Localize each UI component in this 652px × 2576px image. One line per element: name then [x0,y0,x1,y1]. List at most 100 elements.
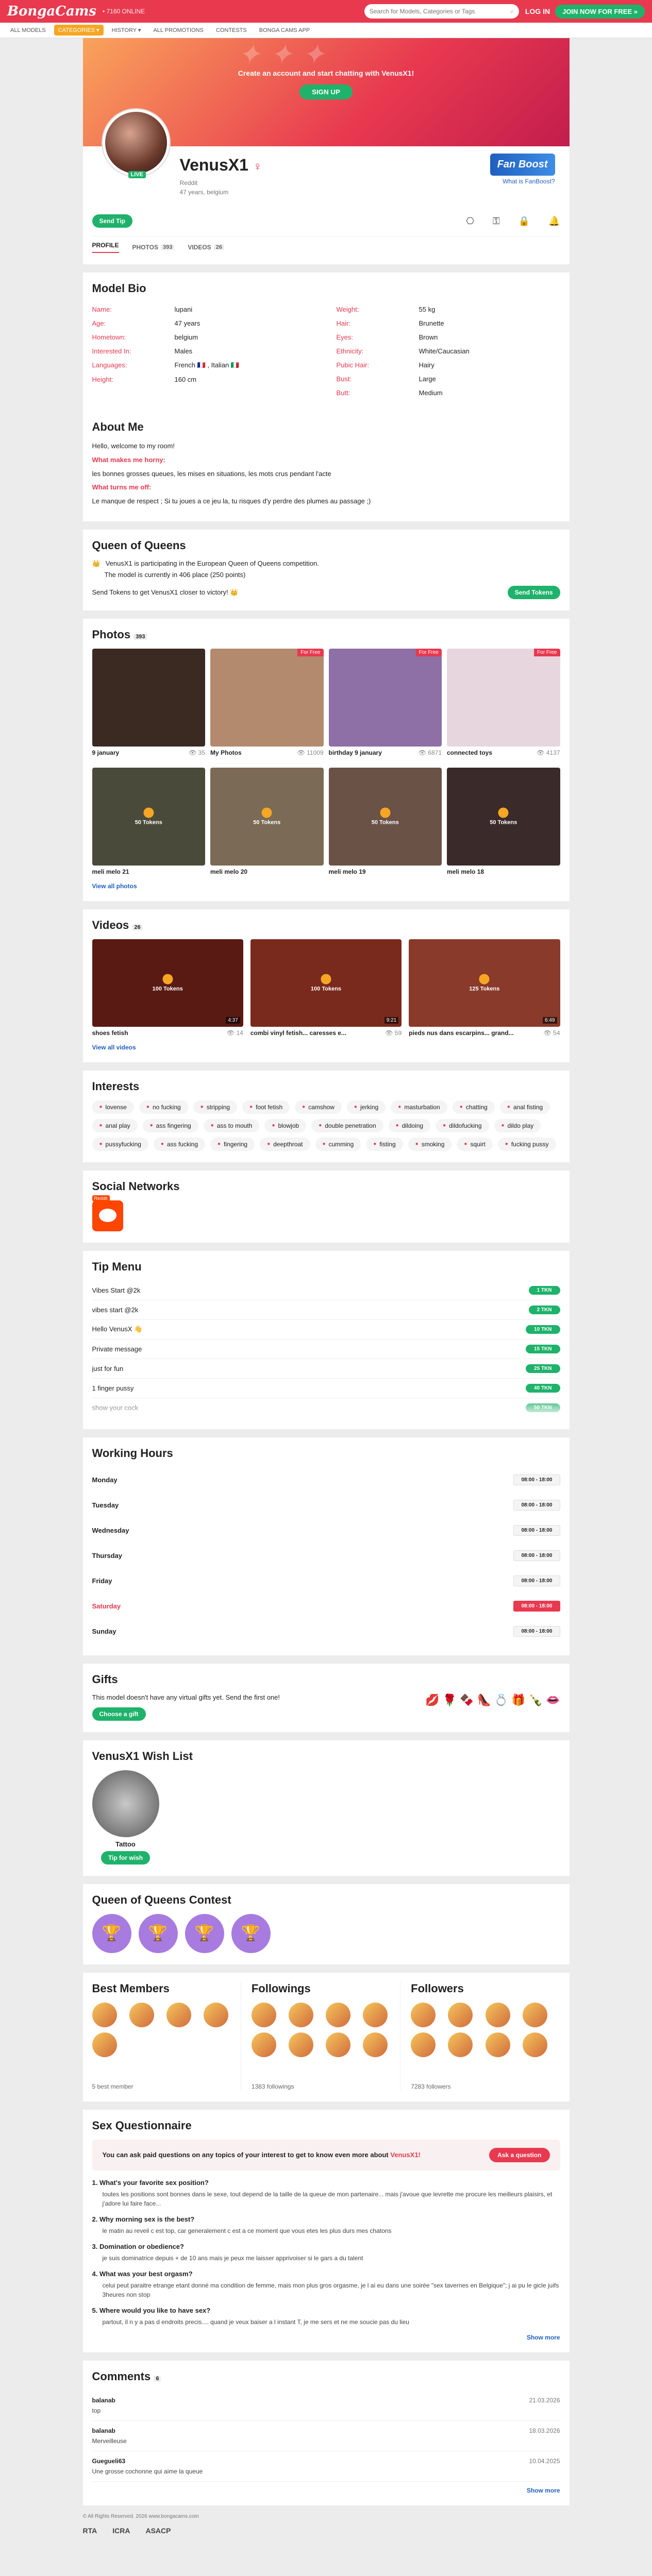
interest-chip[interactable]: ● stripping [193,1100,238,1114]
avatar[interactable] [325,2032,350,2057]
photo-item[interactable]: 9 january 👁 35 [92,648,205,762]
nav-contests[interactable]: CONTESTS [212,25,251,36]
avatar[interactable] [411,2032,436,2057]
photo-thumb[interactable] [92,648,205,747]
key-icon[interactable]: ⚿ [493,216,500,227]
show-more-comments-link[interactable]: Show more [527,2487,560,2494]
view-all-videos-link[interactable]: View all videos [92,1044,136,1051]
photo-item[interactable]: For Free birthday 9 january 👁 6871 [328,648,442,762]
interest-chip[interactable]: ● camshow [295,1100,342,1114]
avatar[interactable] [325,2002,350,2027]
trophy-icon[interactable]: 🏆 [138,1913,178,1953]
avatar[interactable] [102,109,170,176]
interest-chip[interactable]: ● smoking [408,1137,452,1151]
search-box[interactable]: ⌕ [364,4,519,19]
show-more-link[interactable]: Show more [527,2334,560,2341]
video-thumb[interactable]: 100 Tokens 9:21 [250,939,402,1027]
photo-thumb[interactable]: 50 Tokens [447,767,560,866]
gift-icon[interactable]: 💋 [425,1693,439,1707]
avatar[interactable] [485,2032,510,2057]
login-button[interactable]: LOG IN [525,7,550,15]
interest-chip[interactable]: ● double penetration [311,1118,383,1132]
avatar[interactable] [448,2032,473,2057]
tab-photos[interactable]: PHOTOS 393 [132,242,175,253]
interest-chip[interactable]: ● chatting [452,1100,495,1114]
nav-app[interactable]: BONGA CAMS APP [255,25,314,36]
avatar[interactable] [485,2002,510,2027]
interest-chip[interactable]: ● anal play [92,1118,138,1132]
interest-chip[interactable]: ● deepthroat [260,1137,310,1151]
nav-all-models[interactable]: ALL MODELS [6,25,50,36]
interest-chip[interactable]: ● pussyfucking [92,1137,148,1151]
tip-price-button[interactable]: 10 TKN [526,1325,560,1334]
nav-categories[interactable]: CATEGORIES ▾ [54,25,104,36]
video-thumb[interactable]: 100 Tokens 4:37 [92,939,243,1027]
send-tokens-button[interactable]: Send Tokens [507,585,560,599]
site-logo[interactable]: BongaCams [7,4,96,19]
avatar[interactable] [523,2002,548,2027]
fanboost-badge[interactable]: Fan Boost [490,154,555,176]
interest-chip[interactable]: ● jerking [346,1100,386,1114]
photo-title[interactable]: birthday 9 january [329,749,382,756]
interest-chip[interactable]: ● fingering [210,1137,255,1151]
avatar[interactable] [448,2002,473,2027]
choose-gift-button[interactable]: Choose a gift [92,1707,146,1721]
interest-chip[interactable]: ● squirt [457,1137,493,1151]
avatar[interactable] [288,2032,313,2057]
video-title[interactable]: pieds nus dans escarpins... grand... [409,1029,513,1037]
interest-chip[interactable]: ● ass fingering [142,1118,198,1132]
send-tip-button[interactable]: Send Tip [92,214,132,228]
video-item[interactable]: 100 Tokens 9:21 combi vinyl fetish... care… [250,939,402,1043]
icra-logo[interactable]: ICRA [112,2527,130,2535]
avatar[interactable] [92,2032,117,2057]
photo-title[interactable]: My Photos [210,749,242,756]
avatar[interactable] [363,2002,388,2027]
photo-item[interactable]: 50 Tokens meli melo 18 [447,767,560,882]
ask-question-button[interactable]: Ask a question [489,2147,550,2162]
video-item[interactable]: 100 Tokens 4:37 shoes fetish 👁 14 [92,939,243,1043]
interest-chip[interactable]: ● cumming [315,1137,361,1151]
camera-icon[interactable]: ⎔ [466,216,474,227]
comment-user[interactable]: balanab [92,2397,115,2404]
photo-title[interactable]: meli melo 19 [329,868,366,875]
comment-user[interactable]: balanab [92,2427,115,2434]
banner-signup-button[interactable]: SIGN UP [299,84,353,99]
gift-icon[interactable]: 🍾 [529,1693,543,1707]
avatar[interactable] [411,2002,436,2027]
photo-thumb[interactable]: For Free [447,648,560,747]
photo-thumb[interactable]: For Free [328,648,442,747]
interest-chip[interactable]: ● ass fucking [153,1137,205,1151]
avatar[interactable] [203,2002,228,2027]
photo-item[interactable]: 50 Tokens meli melo 20 [210,767,324,882]
interest-chip[interactable]: ● foot fetish [242,1100,290,1114]
search-input[interactable] [369,8,511,15]
photo-thumb[interactable]: 50 Tokens [92,767,205,866]
reddit-icon[interactable]: Reddit [92,1195,123,1231]
video-title[interactable]: shoes fetish [92,1029,128,1037]
tip-price-button[interactable]: 2 TKN [528,1305,560,1314]
avatar[interactable] [129,2002,154,2027]
avatar[interactable] [363,2032,388,2057]
photo-title[interactable]: connected toys [447,749,492,756]
photo-item[interactable]: For Free My Photos 👁 11009 [210,648,324,762]
video-item[interactable]: 125 Tokens 6:49 pieds nus dans escarpins..… [409,939,560,1043]
tip-price-button[interactable]: 1 TKN [528,1285,560,1295]
photo-item[interactable]: For Free connected toys 👁 4137 [447,648,560,762]
join-button[interactable]: JOIN NOW FOR FREE » [555,4,645,19]
nav-history[interactable]: HISTORY ▾ [108,25,145,36]
avatar[interactable] [251,2032,276,2057]
interest-chip[interactable]: ● masturbation [391,1100,447,1114]
tip-list-scroll[interactable]: Vibes Start @2k 1 TKN vibes start @2k 2 TKN… [92,1281,560,1418]
gift-icon[interactable]: 🌹 [443,1693,457,1707]
interest-chip[interactable]: ● ass to mouth [203,1118,260,1132]
tip-price-button[interactable]: 40 TKN [526,1383,560,1393]
rta-logo[interactable]: RTA [83,2527,97,2535]
avatar[interactable] [166,2002,191,2027]
interest-chip[interactable]: ● fucking pussy [497,1137,556,1151]
gift-icon[interactable]: 🎁 [511,1693,525,1707]
gift-icon[interactable]: 👠 [477,1693,491,1707]
gift-icon[interactable]: 👄 [546,1693,560,1707]
photo-title[interactable]: meli melo 21 [92,868,129,875]
tab-profile[interactable]: PROFILE [92,242,119,253]
photo-thumb[interactable]: 50 Tokens [328,767,442,866]
